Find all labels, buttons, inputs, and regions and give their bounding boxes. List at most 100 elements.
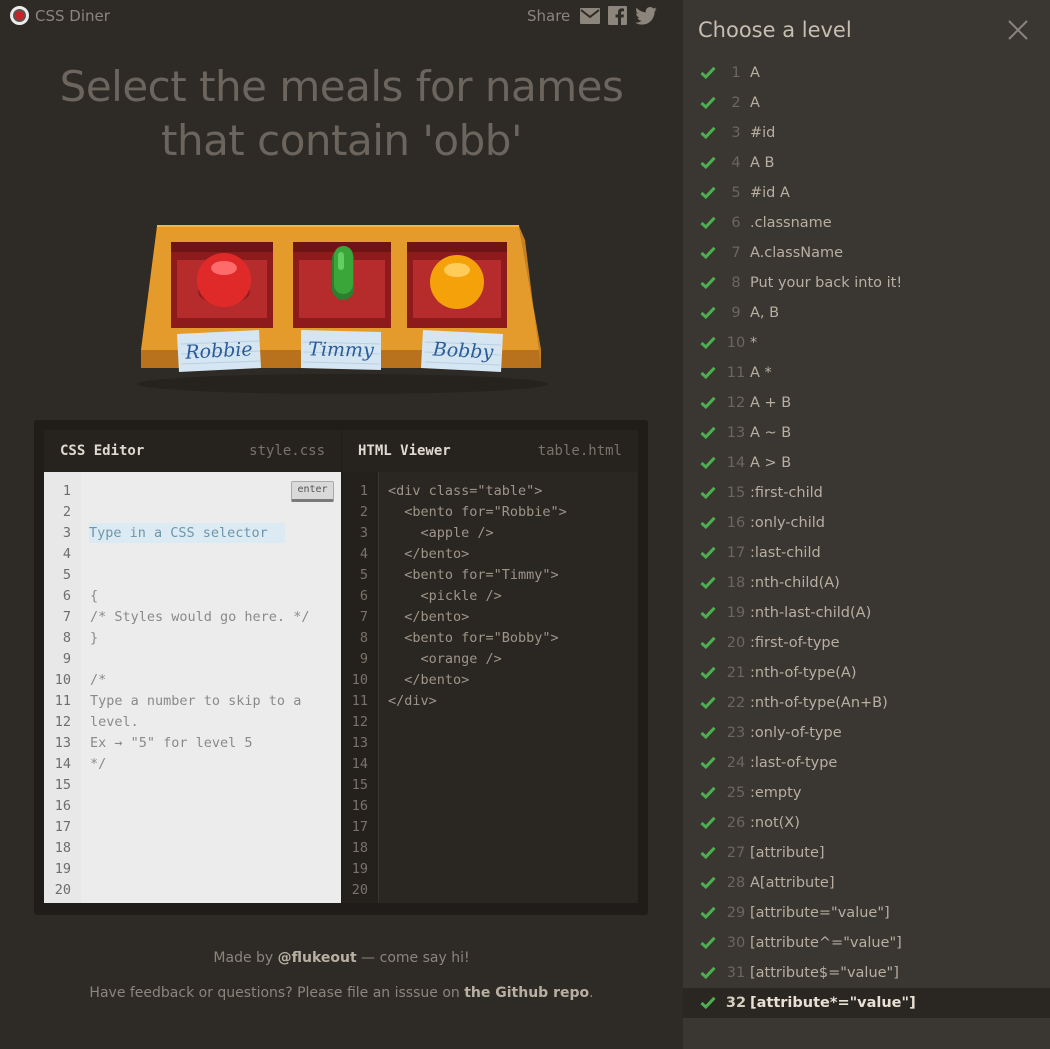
level-item[interactable]: 15:first-child (683, 478, 1050, 508)
css-code-line: */ (90, 756, 107, 772)
level-name: :not(X) (750, 815, 800, 831)
checkmark-icon (700, 756, 716, 769)
level-name: :first-child (750, 485, 823, 501)
checkmark-icon (700, 546, 716, 559)
html-code-line[interactable]: </div> (388, 691, 638, 712)
level-name: A (750, 65, 760, 81)
level-item[interactable]: 19:nth-last-child(A) (683, 598, 1050, 628)
line-number: 5 (62, 567, 71, 583)
html-code-line[interactable]: <div class="table"> (388, 481, 638, 502)
checkmark-icon (700, 696, 716, 709)
level-item[interactable]: 26:not(X) (683, 808, 1050, 838)
level-item[interactable]: 17:last-child (683, 538, 1050, 568)
level-item[interactable]: 1A (683, 58, 1050, 88)
level-item[interactable]: 25:empty (683, 778, 1050, 808)
level-item[interactable]: 28 A[attribute] (683, 868, 1050, 898)
line-number: 5 (359, 567, 368, 583)
level-item[interactable]: 9 A, B (683, 298, 1050, 328)
twitter-handle-link[interactable]: @flukeout (278, 950, 357, 966)
level-name: A.className (750, 245, 844, 261)
html-code-line[interactable]: </bento> (388, 670, 638, 691)
level-name: A > B (750, 455, 792, 471)
level-name: :first-of-type (750, 635, 840, 651)
level-item[interactable]: 8 Put your back into it! (683, 268, 1050, 298)
level-number: 20 (726, 635, 746, 651)
credits-prefix: Made by (213, 950, 278, 966)
html-code-line[interactable]: <pickle /> (388, 586, 638, 607)
level-item[interactable]: 23:only-of-type (683, 718, 1050, 748)
line-number: 6 (359, 588, 368, 604)
app-logo[interactable]: CSS Diner (10, 6, 110, 25)
level-item[interactable]: 30 [attribute^="value"] (683, 928, 1050, 958)
line-number: 16 (54, 798, 71, 814)
level-number: 29 (726, 905, 746, 921)
level-item[interactable]: 11 A * (683, 358, 1050, 388)
css-editor-title: CSS Editor (60, 443, 145, 459)
level-item[interactable]: 24:last-of-type (683, 748, 1050, 778)
github-repo-link[interactable]: the Github repo (464, 985, 589, 1001)
html-code-line[interactable]: <orange /> (388, 649, 638, 670)
level-item[interactable]: 7 A.className (683, 238, 1050, 268)
css-code-line: /* (90, 672, 107, 688)
bento-timmy[interactable] (293, 242, 391, 328)
level-item[interactable]: 21:nth-of-type(A) (683, 658, 1050, 688)
html-code-line[interactable]: <bento for="Timmy"> (388, 565, 638, 586)
line-number: 16 (351, 798, 368, 814)
level-name: :only-child (750, 515, 825, 531)
level-item[interactable]: 3 #id (683, 118, 1050, 148)
checkmark-icon (700, 96, 716, 109)
checkmark-icon (700, 996, 716, 1009)
bento-robbie[interactable] (171, 242, 273, 328)
level-item[interactable]: 5 #id A (683, 178, 1050, 208)
css-code-line: Type a number to skip to a (90, 693, 302, 709)
level-number: 9 (731, 305, 741, 321)
level-name: :last-child (750, 545, 821, 561)
level-name: :empty (750, 785, 802, 801)
credits: Made by @flukeout — come say hi! (0, 950, 683, 966)
level-name: :last-of-type (750, 755, 838, 771)
html-code-line[interactable]: </bento> (388, 607, 638, 628)
html-code[interactable]: <div class="table"> <bento for="Robbie">… (379, 472, 638, 903)
level-list: 1 A 2 A 3 #id 4 A B 5 #id A 6 .classname 7 A.classNam… (683, 58, 1050, 1018)
level-number: 26 (726, 815, 746, 831)
level-item[interactable]: 16:only-child (683, 508, 1050, 538)
level-item[interactable]: 6 .classname (683, 208, 1050, 238)
level-name: :only-of-type (750, 725, 842, 741)
html-code-line[interactable]: <apple /> (388, 523, 638, 544)
enter-button[interactable]: enter (291, 481, 334, 502)
instruction-line-1: Select the meals for names (59, 62, 624, 111)
level-name: [attribute$="value"] (750, 965, 899, 981)
level-item[interactable]: 2A (683, 88, 1050, 118)
level-item[interactable]: 31 [attribute$="value"] (683, 958, 1050, 988)
close-icon[interactable] (1006, 18, 1030, 42)
facebook-icon[interactable] (608, 6, 628, 25)
css-code-line: level. (90, 714, 139, 730)
level-item[interactable]: 18:nth-child(A) (683, 568, 1050, 598)
level-item[interactable]: 12 A + B (683, 388, 1050, 418)
envelope-icon[interactable] (580, 7, 601, 24)
level-item[interactable]: 27 [attribute] (683, 838, 1050, 868)
level-item[interactable]: 32 [attribute*="value"] (683, 988, 1050, 1018)
level-item[interactable]: 22:nth-of-type(An+B) (683, 688, 1050, 718)
twitter-icon[interactable] (635, 6, 658, 25)
css-code: {/* Styles would go here. */} /* Type a nu… (81, 472, 341, 903)
bento-bobby[interactable] (407, 242, 507, 328)
level-name: [attribute] (750, 845, 825, 861)
level-item[interactable]: 10 * (683, 328, 1050, 358)
html-code-line[interactable]: <bento for="Bobby"> (388, 628, 638, 649)
level-item[interactable]: 13 A ~ B (683, 418, 1050, 448)
css-selector-input[interactable] (89, 523, 285, 543)
level-number: 4 (731, 155, 741, 171)
level-item[interactable]: 20:first-of-type (683, 628, 1050, 658)
level-name: :nth-last-child(A) (750, 605, 872, 621)
level-name: A B (750, 155, 775, 171)
html-code-line[interactable]: </bento> (388, 544, 638, 565)
level-item[interactable]: 29 [attribute="value"] (683, 898, 1050, 928)
line-number: 11 (351, 693, 368, 709)
html-code-line[interactable]: <bento for="Robbie"> (388, 502, 638, 523)
level-number: 17 (726, 545, 746, 561)
checkmark-icon (700, 366, 716, 379)
level-item[interactable]: 4 A B (683, 148, 1050, 178)
level-item[interactable]: 14 A > B (683, 448, 1050, 478)
level-name: A, B (750, 305, 780, 321)
